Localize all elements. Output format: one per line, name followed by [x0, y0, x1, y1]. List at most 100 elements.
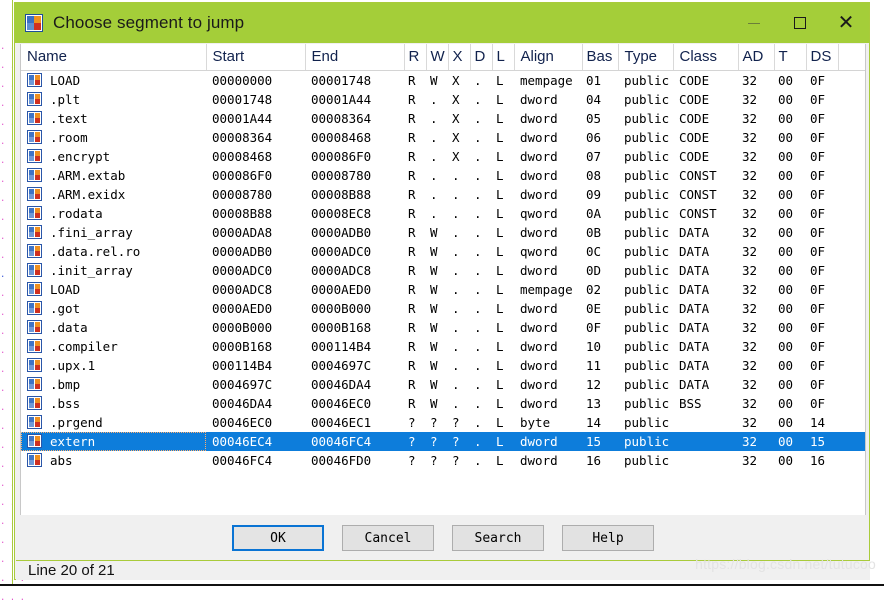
table-row[interactable]: .room 00008364 00008468 R. X. Ldword 06 public C… [21, 128, 865, 147]
cell-align: dword [520, 300, 558, 316]
cell-ad: 32 [742, 452, 758, 468]
cancel-button[interactable]: Cancel [342, 525, 434, 551]
table-row[interactable]: .ARM.exidx 00008780 00008B88 R... Ldword 09 pu… [21, 185, 865, 204]
close-icon[interactable]: ✕ [823, 3, 869, 43]
cell-type: public [624, 338, 670, 354]
cell-ds: 16 [810, 452, 826, 468]
column-header-l[interactable]: L [492, 44, 515, 71]
column-header-ds[interactable]: DS [806, 44, 839, 71]
cell-pad [838, 70, 865, 90]
cell-r: R [408, 376, 416, 392]
search-button[interactable]: Search [452, 525, 544, 551]
column-header-bas[interactable]: Bas [582, 44, 619, 71]
column-header-name[interactable]: Name [21, 44, 207, 71]
table-row[interactable]: .rodata 00008B88 00008EC8 R... Lqword 0A publi… [21, 204, 865, 223]
cell-bas: 0F [586, 319, 602, 335]
cell-ds: 0F [810, 395, 826, 411]
column-header-pad[interactable] [838, 44, 865, 71]
cell-class [673, 451, 738, 470]
segment-name-label: .ARM.exidx [50, 186, 126, 202]
column-header-w[interactable]: W [426, 44, 449, 71]
table-row[interactable]: .bmp 0004697C 00046DA4 R W.. Ldword 12 public DA… [21, 375, 865, 394]
segment-icon [27, 415, 42, 429]
window-controls: ✕ [731, 3, 869, 43]
column-header-align[interactable]: Align [514, 44, 583, 71]
cell-ds: 0F [810, 281, 826, 297]
ok-button[interactable]: OK [232, 525, 324, 551]
table-row[interactable]: .got 0000AED0 0000B000 R W.. Ldword 0E public DA… [21, 299, 865, 318]
cell-t: 00 [778, 376, 794, 392]
cell-ad: 32 [742, 110, 758, 126]
cell-x: . [452, 205, 460, 221]
segment-name-label: .text [50, 110, 88, 126]
cell-w: W [430, 224, 438, 240]
table-row[interactable]: .data 0000B000 0000B168 R W.. Ldword 0F public D… [21, 318, 865, 337]
cell-segment-name: .data.rel.ro [21, 242, 206, 261]
minimize-button[interactable] [731, 3, 777, 43]
column-header-t[interactable]: T [774, 44, 807, 71]
table-row[interactable]: abs 00046FC4 00046FD0???. Ldword 16 public 32 0… [21, 451, 865, 470]
cell-w: . [430, 205, 438, 221]
cell-w: W [430, 243, 438, 259]
segment-icon [27, 301, 42, 315]
cell-x: ? [448, 431, 470, 451]
column-header-x[interactable]: X [448, 44, 471, 71]
column-header-d[interactable]: D [470, 44, 493, 71]
table-row[interactable]: .upx.1 000114B4 0004697C R W.. Ldword 11 public… [21, 356, 865, 375]
cell-w: W [430, 300, 438, 316]
help-button[interactable]: Help [562, 525, 654, 551]
cell-ds: 0F [810, 338, 826, 354]
cell-ds: 0F [810, 300, 826, 316]
cell-d: . [474, 338, 482, 354]
segment-icon [27, 225, 42, 239]
column-header-r[interactable]: R [404, 44, 427, 71]
column-header-start[interactable]: Start [206, 44, 306, 71]
table-header-row: Name Start End R W X D L Align Bas Type Class AD T DS [21, 44, 865, 71]
table-row[interactable]: .text 00001A44 00008364 R. X. Ldword 05 public C… [21, 109, 865, 128]
cell-class: CONST [679, 167, 717, 183]
segment-list[interactable]: Name Start End R W X D L Align Bas Type Class AD T DS … [20, 44, 866, 515]
table-row[interactable]: .fini_array 0000ADA8 0000ADB0 R W.. Ldword 0B p… [21, 223, 865, 242]
table-row[interactable]: .encrypt 00008468 000086F0 R. X. Ldword 07 publ… [21, 147, 865, 166]
table-row[interactable]: .data.rel.ro 0000ADB0 0000ADC0 R W.. Lqword 0C… [21, 242, 865, 261]
cell-segment-name: .ARM.exidx [21, 185, 206, 204]
maximize-button[interactable] [777, 3, 823, 43]
cell-bas: 0A [586, 205, 602, 221]
column-header-ad[interactable]: AD [738, 44, 775, 71]
column-header-class[interactable]: Class [673, 44, 739, 71]
cell-ds: 0F [810, 376, 826, 392]
table-row[interactable]: LOAD 00000000 00001748 R W X. Lmempage 01 public… [21, 70, 865, 90]
segment-icon [27, 187, 42, 201]
table-row[interactable]: LOAD 0000ADC8 0000AED0 R W.. Lmempage 02 public… [21, 280, 865, 299]
cell-bas: 0D [586, 262, 602, 278]
segment-icon [27, 111, 42, 125]
cell-w: ? [426, 431, 448, 451]
table-row[interactable]: .prgend 00046EC0 00046EC1???. Lbyte 14 public… [21, 413, 865, 432]
cell-type: public [624, 148, 670, 164]
table-row[interactable]: .init_array 0000ADC0 0000ADC8 R W.. Ldword 0D p… [21, 261, 865, 280]
cell-w: . [430, 186, 438, 202]
dialog-title: Choose segment to jump [53, 13, 245, 32]
cell-r: R [408, 91, 416, 107]
segment-table: Name Start End R W X D L Align Bas Type Class AD T DS … [21, 44, 865, 470]
table-row[interactable]: .compiler 0000B168 000114B4 R W.. Ldword 10 pub… [21, 337, 865, 356]
cell-w: ? [430, 452, 438, 468]
table-row[interactable]: .plt 00001748 00001A44 R. X. Ldword 04 public CO… [21, 90, 865, 109]
table-row[interactable]: extern 00046EC4 00046FC4???. Ldword 15 public… [21, 431, 865, 451]
cell-x: . [452, 300, 460, 316]
cell-type: public [624, 300, 670, 316]
segment-name-label: LOAD [50, 281, 81, 297]
cell-l: L [496, 300, 504, 316]
cell-pad [838, 413, 865, 432]
cell-bas: 0B [586, 224, 602, 240]
table-row[interactable]: .ARM.extab 000086F0 00008780 R... Ldword 08 pu… [21, 166, 865, 185]
cell-class: DATA [679, 376, 710, 392]
table-row[interactable]: .bss 00046DA4 00046EC0 R W.. Ldword 13 public BS… [21, 394, 865, 413]
column-header-end[interactable]: End [305, 44, 405, 71]
cell-pad [838, 90, 865, 109]
segment-icon [27, 73, 42, 87]
cell-segment-name: .upx.1 [21, 356, 206, 375]
column-header-type[interactable]: Type [618, 44, 674, 71]
cell-pad [838, 451, 865, 470]
cell-end: 0000AED0 [311, 281, 372, 297]
